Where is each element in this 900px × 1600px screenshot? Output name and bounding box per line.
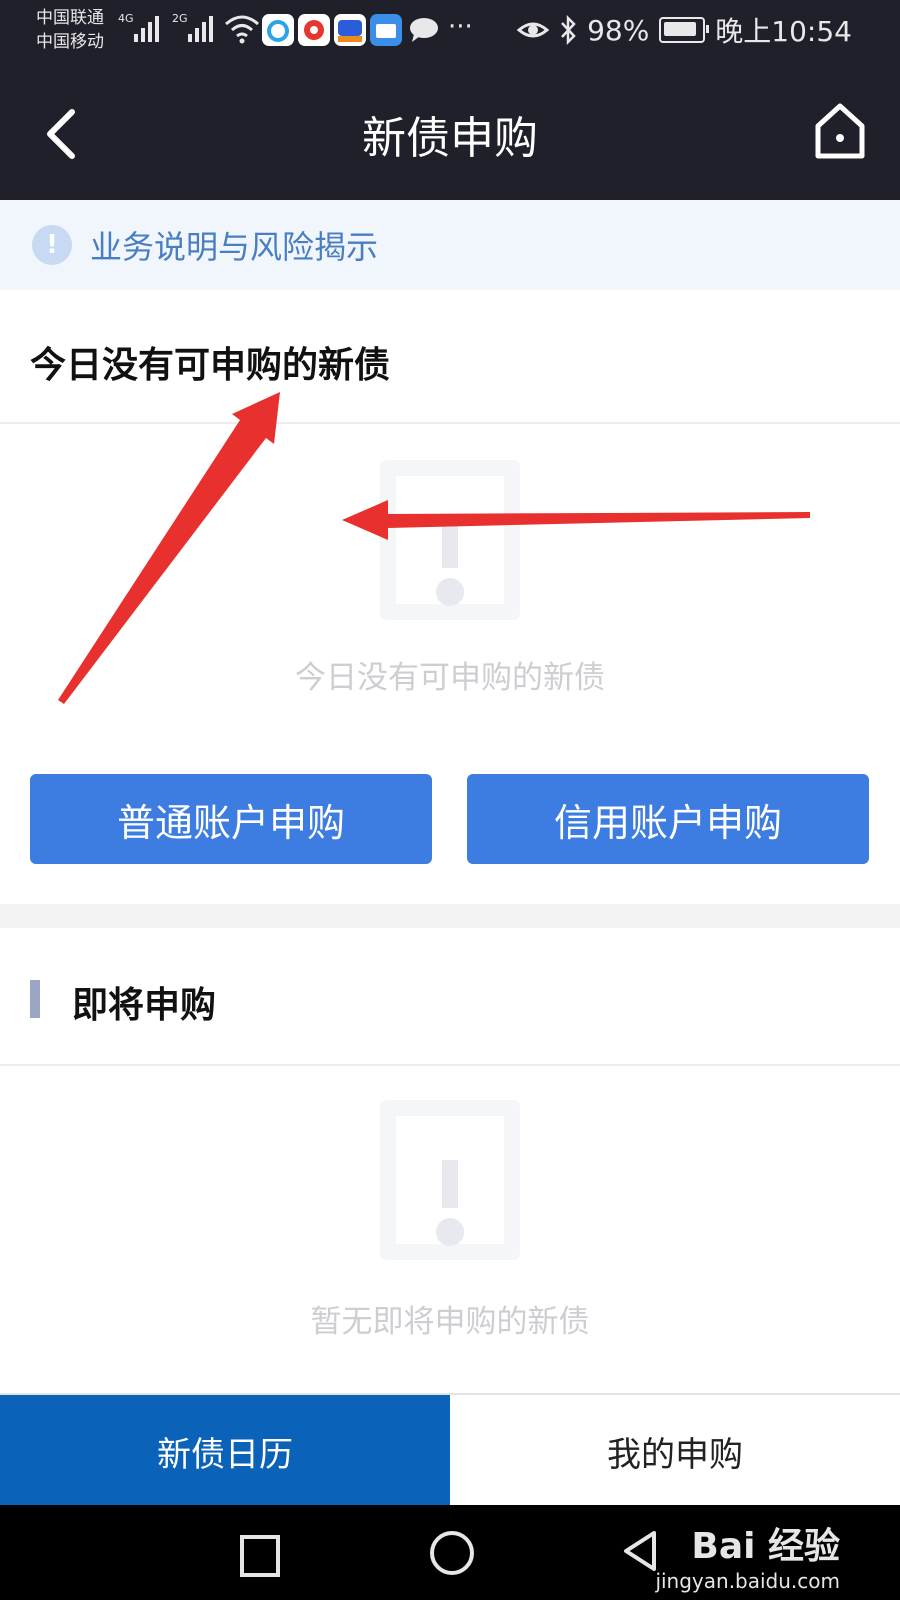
battery-icon (659, 17, 710, 43)
home-icon (815, 103, 865, 159)
upcoming-divider (0, 1064, 900, 1066)
network-type-1: 4G (118, 12, 134, 25)
upcoming-heading: 即将申购 (72, 985, 217, 1026)
section-marker (30, 980, 40, 1018)
network-type-2: 2G (172, 12, 188, 25)
status-bar: 中国联通 中国移动 4G 2G ··· 98% 晚上10:54 (0, 0, 900, 68)
carrier-2: 中国移动 (36, 32, 104, 52)
battery-percent: 98% (587, 13, 650, 47)
info-icon: ! (32, 225, 72, 265)
recent-apps-icon[interactable] (240, 1535, 280, 1577)
back-triangle-icon[interactable] (620, 1529, 660, 1573)
credit-account-subscribe-button[interactable]: 信用账户申购 (467, 774, 869, 864)
wifi-icon (225, 15, 259, 44)
carrier-1: 中国联通 (36, 8, 104, 28)
tab-my-subscriptions[interactable]: 我的申购 (450, 1395, 900, 1507)
more-notifications: ··· (448, 12, 473, 42)
today-divider (0, 422, 900, 424)
risk-notice-banner[interactable]: ! 业务说明与风险揭示 (0, 200, 900, 290)
eye-icon (517, 22, 550, 38)
empty-document-icon (380, 460, 520, 620)
baidu-jingyan-watermark: Bai 经验 jingyan.baidu.com (655, 1517, 840, 1593)
empty-document-icon (380, 1100, 520, 1260)
today-heading: 今日没有可申购的新债 (30, 345, 391, 386)
tab-bond-calendar[interactable]: 新债日历 (0, 1395, 450, 1507)
watermark-brand: Bai 经验 (691, 1526, 840, 1567)
carrier-labels: 中国联通 中国移动 (36, 6, 104, 54)
home-circle-icon[interactable] (430, 1531, 474, 1575)
status-right: 98% 晚上10:54 (517, 10, 852, 50)
home-button[interactable] (810, 100, 870, 164)
app-notification-icon (262, 14, 294, 46)
risk-notice-text[interactable]: 业务说明与风险揭示 (90, 222, 378, 268)
wallet-icon (370, 14, 402, 46)
system-nav-bar: Bai 经验 jingyan.baidu.com (0, 1505, 900, 1600)
section-separator (0, 904, 900, 928)
title-bar: 新债申购 (0, 68, 900, 200)
chat-icon (410, 18, 438, 42)
clock: 晚上10:54 (715, 15, 852, 48)
baidu-icon (334, 14, 366, 46)
upcoming-empty-text: 暂无即将申购的新债 (310, 1304, 590, 1340)
signal-bars-icon (188, 14, 213, 42)
page-title: 新债申购 (362, 113, 538, 164)
signal-bars-icon (134, 14, 159, 42)
bluetooth-icon (561, 15, 576, 45)
today-empty-text: 今日没有可申购的新债 (295, 660, 605, 696)
bottom-tab-bar: 新债日历 我的申购 (0, 1393, 900, 1507)
weibo-icon (298, 14, 330, 46)
watermark-url: jingyan.baidu.com (655, 1569, 840, 1593)
normal-account-subscribe-button[interactable]: 普通账户申购 (30, 774, 432, 864)
